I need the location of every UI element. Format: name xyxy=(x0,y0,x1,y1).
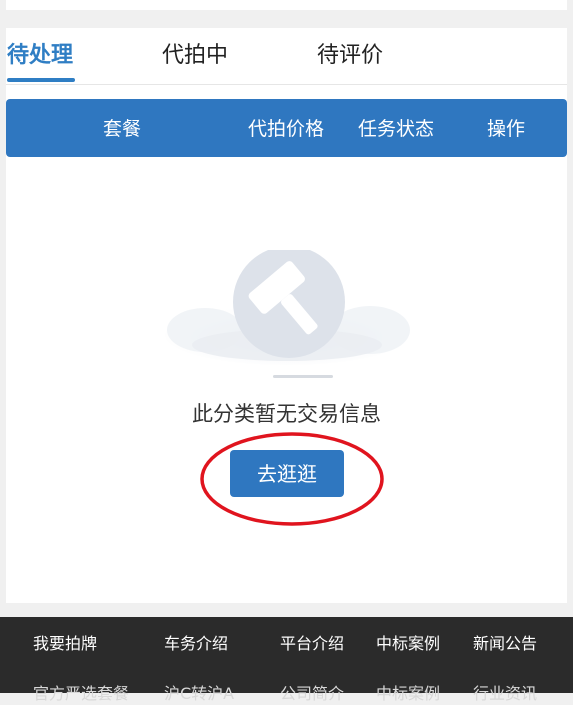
footer-link-huc-to-hua[interactable]: 沪C转沪A xyxy=(164,683,234,705)
top-card xyxy=(6,0,567,10)
empty-state-message: 此分类暂无交易信息 xyxy=(192,402,381,426)
column-task-status: 任务状态 xyxy=(358,118,435,140)
footer-link-bid-plate[interactable]: 我要拍牌 xyxy=(33,633,97,655)
footer-link-company-profile[interactable]: 公司简介 xyxy=(280,683,344,705)
footer-link-vehicle-services[interactable]: 车务介绍 xyxy=(164,633,228,655)
footer-link-winning-cases-2[interactable]: 中标案例 xyxy=(376,683,440,705)
tabs-divider xyxy=(6,84,567,85)
highlight-annotation-ring xyxy=(200,432,384,526)
tab-bidding[interactable]: 代拍中 xyxy=(162,41,228,71)
column-action: 操作 xyxy=(487,118,526,140)
footer-link-winning-cases[interactable]: 中标案例 xyxy=(376,633,440,655)
active-tab-indicator xyxy=(7,78,75,82)
tab-to-review[interactable]: 待评价 xyxy=(317,41,383,71)
column-package: 套餐 xyxy=(103,118,142,140)
footer-link-news[interactable]: 新闻公告 xyxy=(473,633,537,655)
footer-link-platform-intro[interactable]: 平台介绍 xyxy=(280,633,344,655)
footer xyxy=(0,617,573,693)
tab-pending[interactable]: 待处理 xyxy=(7,41,73,71)
column-proxy-price: 代拍价格 xyxy=(248,118,325,140)
footer-link-official-packages[interactable]: 官方严选套餐 xyxy=(33,683,129,705)
footer-link-industry-news[interactable]: 行业资讯 xyxy=(473,683,537,705)
auction-hammer-icon xyxy=(165,250,410,378)
